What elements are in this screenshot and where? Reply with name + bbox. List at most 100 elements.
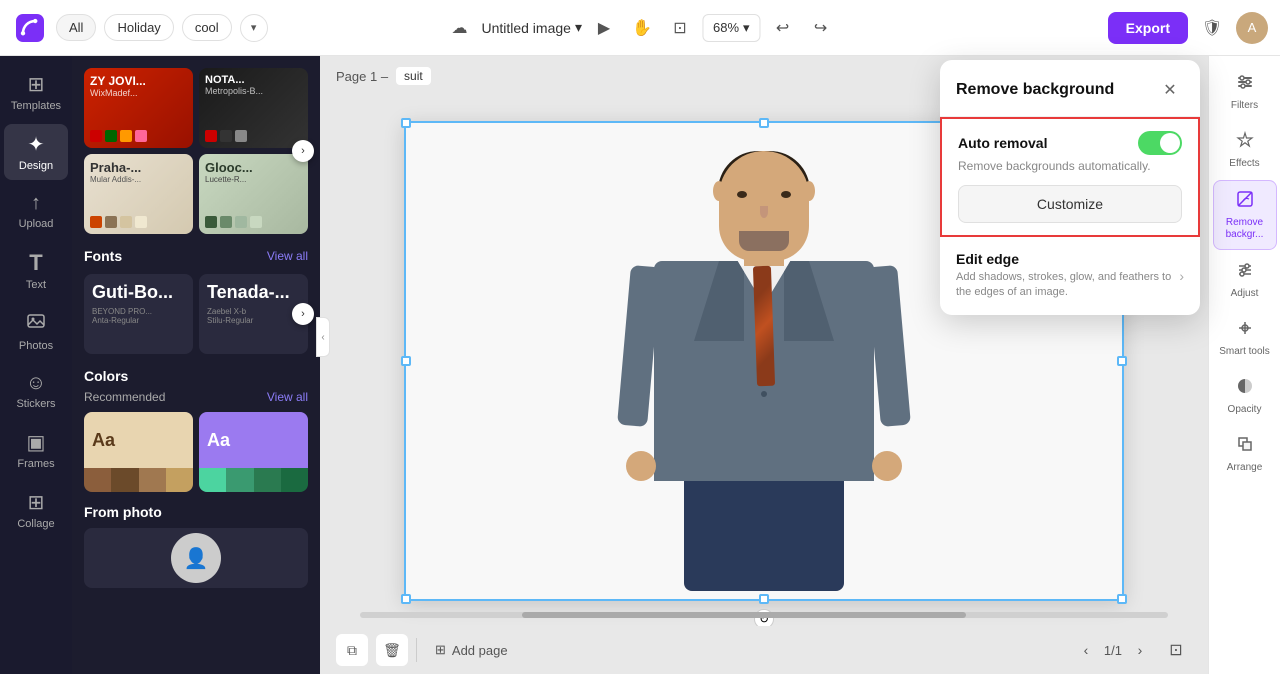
- zoom-value: 68%: [713, 20, 739, 35]
- sidebar-item-stickers[interactable]: ☺ Stickers: [4, 364, 68, 418]
- resize-tool-button[interactable]: ⊡: [664, 12, 696, 44]
- document-title[interactable]: Untitled image ▾: [481, 19, 582, 36]
- panel-close-button[interactable]: ✕: [1156, 76, 1184, 104]
- left-panel: ZY JOVI... WixMadef... NOTA... Metropoli…: [72, 56, 320, 674]
- template-card-nota[interactable]: NOTA... Metropolis-B...: [199, 68, 308, 148]
- next-page-button[interactable]: ›: [1128, 638, 1152, 662]
- sidebar-item-upload[interactable]: ↑ Upload: [4, 184, 68, 238]
- tag-dropdown-button[interactable]: ▾: [240, 14, 268, 42]
- template-card-zy[interactable]: ZY JOVI... WixMadef...: [84, 68, 193, 148]
- canvas-scrollbar-thumb: [522, 612, 966, 618]
- color-swatch-purple[interactable]: Aa: [199, 412, 308, 492]
- from-photo-card[interactable]: 👤: [84, 528, 308, 588]
- right-sidebar-arrange[interactable]: Arrange: [1213, 426, 1277, 482]
- text-icon: T: [29, 250, 42, 276]
- arrange-icon: [1235, 434, 1255, 459]
- fonts-next-button[interactable]: ›: [292, 303, 314, 325]
- fonts-title: Fonts: [84, 248, 122, 264]
- add-page-button[interactable]: ⊞ Add page: [425, 636, 518, 664]
- person-head: [719, 151, 809, 261]
- handle-middle-left[interactable]: [401, 356, 411, 366]
- right-sidebar-smart-tools[interactable]: Smart tools: [1213, 310, 1277, 366]
- tag-cool-button[interactable]: cool: [182, 14, 232, 41]
- font-guti-sub1: BEYOND PRO...: [92, 307, 185, 316]
- template-next-button[interactable]: ›: [292, 140, 314, 162]
- handle-top-left[interactable]: [401, 118, 411, 128]
- auto-removal-header: Auto removal: [958, 131, 1182, 155]
- zoom-control[interactable]: 68% ▾: [702, 14, 761, 42]
- edit-edge-section[interactable]: Edit edge Add shadows, strokes, glow, an…: [940, 237, 1200, 315]
- opacity-icon: [1235, 376, 1255, 401]
- shield-icon[interactable]: 🛡: [1196, 12, 1228, 44]
- customize-button[interactable]: Customize: [958, 185, 1182, 223]
- template-card-glooc[interactable]: Glooc... Lucette-R...: [199, 154, 308, 234]
- swatch-warm-bottom: [84, 468, 193, 492]
- handle-bottom-left[interactable]: [401, 594, 411, 604]
- right-sidebar-remove-bg[interactable]: Remove backgr...: [1213, 180, 1277, 250]
- effects-icon: [1235, 130, 1255, 155]
- canvas-scrollbar-track[interactable]: [360, 612, 1168, 618]
- font-card-guti[interactable]: Guti-Bo... BEYOND PRO... Anta-Regular: [84, 274, 193, 354]
- panel-title: Remove background: [956, 81, 1114, 99]
- smart-tools-icon: [1235, 318, 1255, 343]
- template-grid: ZY JOVI... WixMadef... NOTA... Metropoli…: [72, 64, 320, 238]
- right-sidebar-opacity[interactable]: Opacity: [1213, 368, 1277, 424]
- handle-middle-right[interactable]: [1117, 356, 1127, 366]
- font-guti-name: Guti-Bo...: [92, 282, 185, 303]
- delete-page-button[interactable]: 🗑: [376, 634, 408, 666]
- right-sidebar-filters[interactable]: Filters: [1213, 64, 1277, 120]
- handle-top-middle[interactable]: [759, 118, 769, 128]
- add-page-icon: ⊞: [435, 642, 446, 658]
- color-swatch-warm[interactable]: Aa: [84, 412, 193, 492]
- sidebar-frames-label: Frames: [17, 458, 54, 470]
- hand-tool-button[interactable]: ✋: [626, 12, 658, 44]
- person-pants: [684, 481, 844, 591]
- tag-holiday-button[interactable]: Holiday: [104, 14, 173, 41]
- select-tool-button[interactable]: ▶: [588, 12, 620, 44]
- redo-button[interactable]: ↪: [805, 12, 837, 44]
- edit-edge-desc: Add shadows, strokes, glow, and feathers…: [956, 270, 1179, 301]
- font-guti-sub2: Anta-Regular: [92, 316, 185, 325]
- person-figure: [634, 151, 894, 591]
- avatar[interactable]: A: [1236, 12, 1268, 44]
- handle-bottom-right[interactable]: [1117, 594, 1127, 604]
- sidebar-item-frames[interactable]: ▣ Frames: [4, 422, 68, 478]
- sidebar-item-collage[interactable]: ⊞ Collage: [4, 482, 68, 538]
- canvas-bottom-bar: ⧉ 🗑 ⊞ Add page ‹ 1/1 › ⊡: [320, 626, 1208, 674]
- prev-page-button[interactable]: ‹: [1074, 638, 1098, 662]
- canva-logo[interactable]: [12, 10, 48, 46]
- suit-badge: suit: [396, 67, 431, 85]
- template-card-praho[interactable]: Praha-... Mular Addis-...: [84, 154, 193, 234]
- sidebar-item-design[interactable]: ✦ Design: [4, 124, 68, 180]
- right-sidebar-effects[interactable]: Effects: [1213, 122, 1277, 178]
- undo-button[interactable]: ↩: [767, 12, 799, 44]
- fullscreen-button[interactable]: ⊡: [1160, 634, 1192, 666]
- panel-collapse-button[interactable]: ‹: [316, 317, 330, 357]
- filters-icon: [1235, 72, 1255, 97]
- sidebar-item-templates[interactable]: ⊞ Templates: [4, 64, 68, 120]
- edit-edge-content: Edit edge Add shadows, strokes, glow, an…: [956, 251, 1179, 301]
- sidebar-item-photos[interactable]: Photos: [4, 303, 68, 360]
- auto-removal-section: Auto removal Remove backgrounds automati…: [940, 117, 1200, 237]
- auto-removal-toggle[interactable]: [1138, 131, 1182, 155]
- collage-icon: ⊞: [28, 490, 45, 515]
- sidebar-templates-label: Templates: [11, 100, 61, 112]
- title-caret-icon: ▾: [575, 19, 582, 36]
- sidebar-item-text[interactable]: T Text: [4, 242, 68, 299]
- person-right-hand: [872, 451, 902, 481]
- duplicate-page-button[interactable]: ⧉: [336, 634, 368, 666]
- topbar-right: Export 🛡 A: [1108, 12, 1268, 44]
- export-button[interactable]: Export: [1108, 12, 1188, 44]
- page-indicator: 1/1: [1104, 643, 1122, 658]
- colors-view-all-button[interactable]: View all: [267, 390, 308, 404]
- swatch-purple-bottom: [199, 468, 308, 492]
- template-zy-sub: WixMadef...: [90, 88, 187, 98]
- fonts-view-all-button[interactable]: View all: [267, 249, 308, 263]
- design-icon: ✦: [28, 132, 45, 157]
- font-tenada-sub2: Stilu-Regular: [207, 316, 300, 325]
- handle-bottom-middle[interactable]: [759, 594, 769, 604]
- photos-icon: [26, 311, 46, 337]
- tag-all-button[interactable]: All: [56, 14, 96, 41]
- color-swatches-grid: Aa Aa: [72, 408, 320, 496]
- right-sidebar-adjust[interactable]: Adjust: [1213, 252, 1277, 308]
